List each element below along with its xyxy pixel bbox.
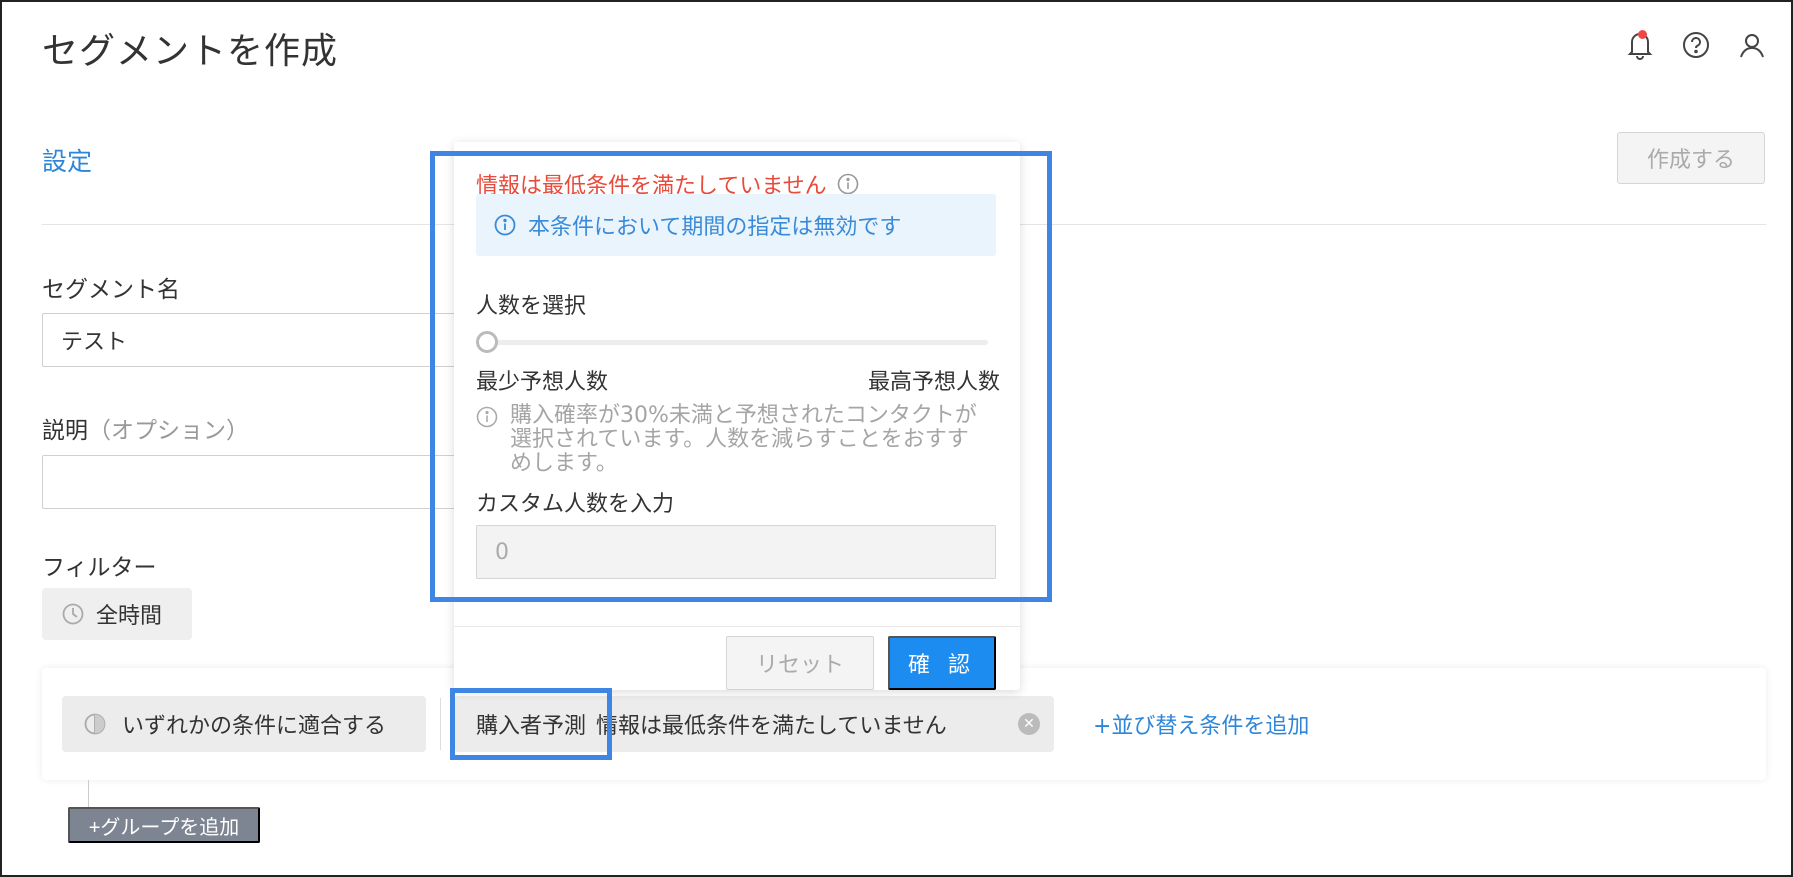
- condition-text: 情報は最低条件を満たしていません: [596, 714, 947, 739]
- match-mode-label: いずれかの条件に適合する: [122, 714, 387, 739]
- group-connector: [88, 780, 89, 810]
- user-icon[interactable]: [1737, 30, 1767, 60]
- info-icon: [476, 406, 498, 428]
- help-icon[interactable]: [1681, 30, 1711, 60]
- separator: [440, 698, 441, 750]
- settings-link[interactable]: 設定: [42, 142, 92, 178]
- description-label: 説明（オプション）: [42, 411, 249, 445]
- reset-button[interactable]: リセット: [726, 636, 874, 690]
- segment-name-value: テスト: [61, 330, 128, 355]
- filter-label: フィルター: [42, 555, 157, 581]
- confirm-button[interactable]: 確 認: [888, 636, 996, 690]
- count-slider-track[interactable]: [476, 340, 988, 345]
- count-slider-handle[interactable]: [476, 331, 498, 353]
- max-estimate-label: 最高予想人数: [867, 370, 1000, 395]
- description-optional: （オプション）: [88, 418, 249, 444]
- info-banner: 本条件において期間の指定は無効です: [476, 194, 996, 256]
- info-icon[interactable]: [837, 173, 859, 195]
- page-title: セグメントを作成: [42, 31, 339, 72]
- create-button[interactable]: 作成する: [1617, 132, 1765, 184]
- bell-icon[interactable]: [1625, 30, 1655, 60]
- min-estimate-label: 最少予想人数: [476, 370, 609, 395]
- clock-icon: [62, 603, 84, 625]
- info-banner-text: 本条件において期間の指定は無効です: [528, 215, 902, 240]
- pie-icon: [84, 713, 106, 735]
- time-range-chip[interactable]: 全時間: [42, 588, 192, 640]
- condition-type[interactable]: 購入者予測: [476, 708, 586, 740]
- custom-count-label: カスタム人数を入力: [476, 492, 675, 517]
- description-input[interactable]: [42, 455, 462, 509]
- add-group-button[interactable]: +グループを追加: [68, 807, 260, 843]
- info-icon: [494, 214, 516, 236]
- select-count-label: 人数を選択: [476, 294, 587, 319]
- notification-dot: [1638, 30, 1647, 39]
- custom-count-input[interactable]: 0: [476, 525, 996, 579]
- condition-popup: 情報は最低条件を満たしていません 本条件において期間の指定は無効です 人数を選択…: [454, 142, 1020, 690]
- time-range-label: 全時間: [96, 604, 163, 629]
- description-label-text: 説明: [42, 418, 88, 444]
- popup-footer-divider: [454, 626, 1020, 627]
- segment-name-label: セグメント名: [42, 277, 180, 303]
- close-icon[interactable]: ✕: [1018, 713, 1040, 735]
- match-mode-chip[interactable]: いずれかの条件に適合する: [62, 696, 426, 752]
- add-sort-condition-link[interactable]: +並び替え条件を追加: [1093, 708, 1309, 740]
- header-icons: [1625, 30, 1767, 60]
- segment-name-input[interactable]: テスト: [42, 313, 462, 367]
- condition-chip[interactable]: 購入者予測 情報は最低条件を満たしていません ✕: [454, 696, 1054, 752]
- custom-count-placeholder: 0: [495, 539, 509, 565]
- hint-text: 購入確率が30%未満と予想されたコンタクトが選択されています。人数を減らすことを…: [510, 403, 977, 476]
- hint: 購入確率が30%未満と予想されたコンタクトが選択されています。人数を減らすことを…: [476, 404, 996, 476]
